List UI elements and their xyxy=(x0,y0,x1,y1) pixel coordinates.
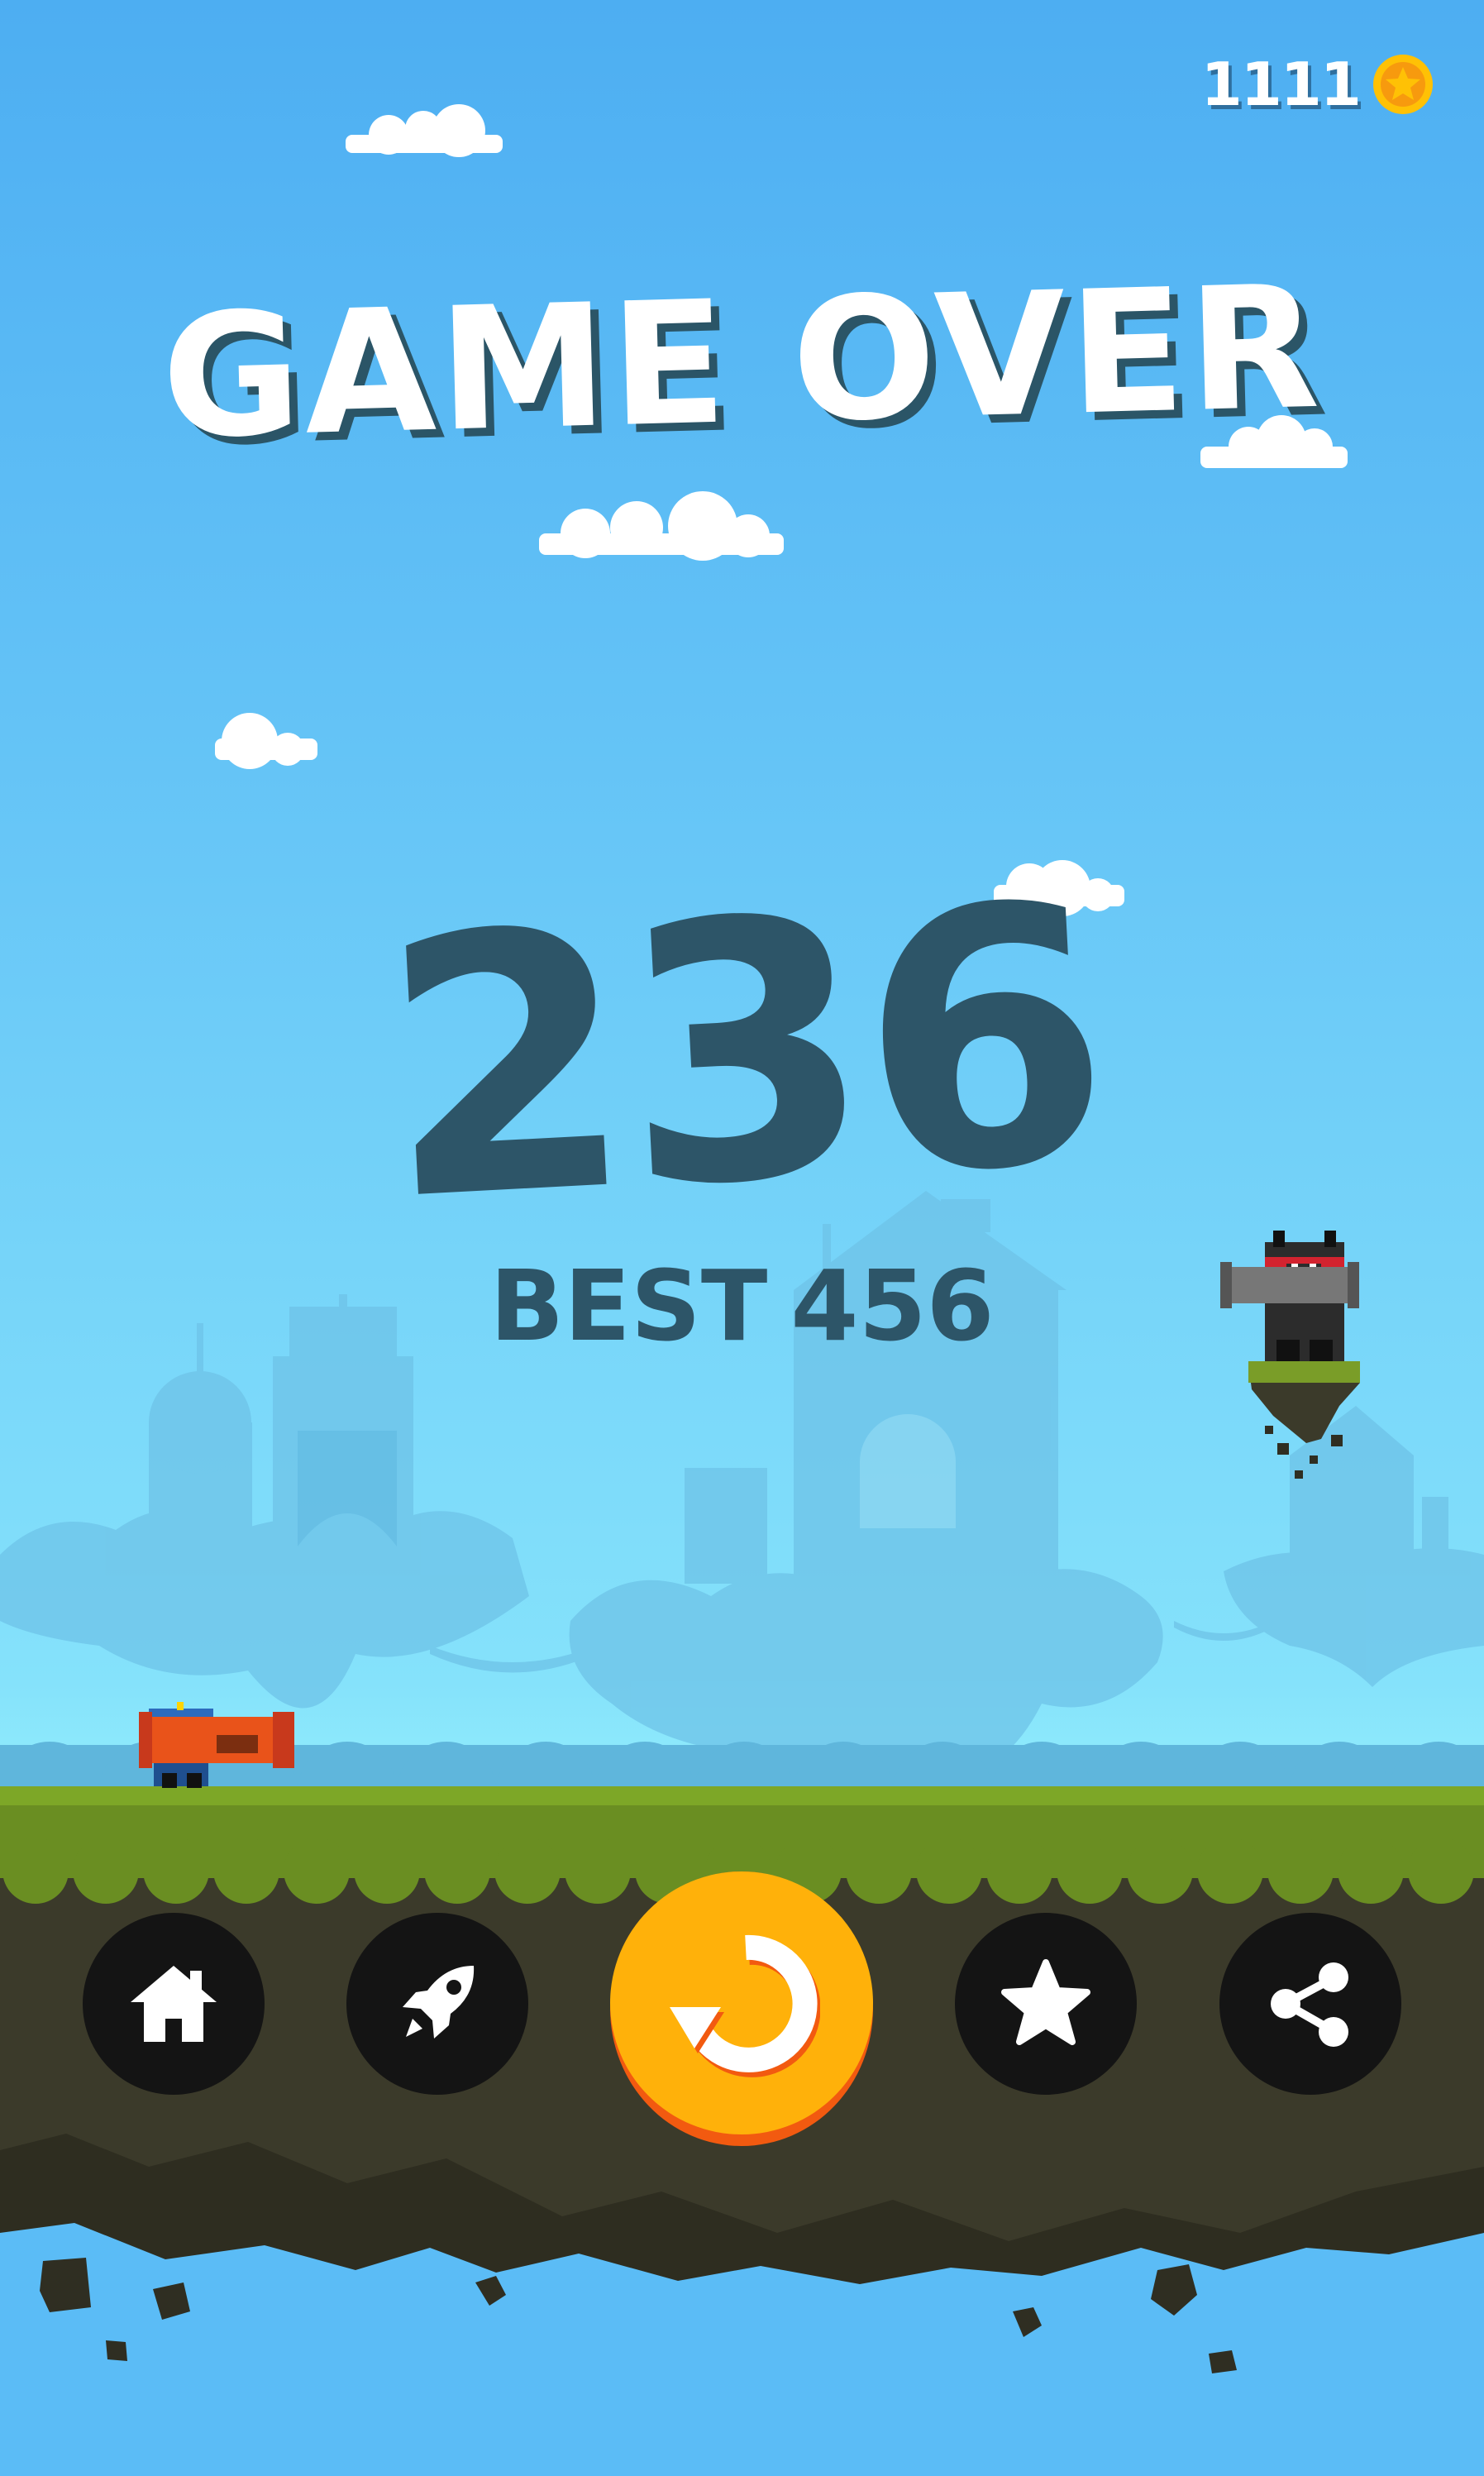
share-button[interactable] xyxy=(1219,1913,1401,2095)
cloud xyxy=(215,713,317,769)
rate-button[interactable] xyxy=(955,1913,1137,2095)
game-over-title: GAME OVER xyxy=(159,249,1325,477)
home-icon xyxy=(131,1966,217,2042)
share-icon xyxy=(1271,1962,1348,2047)
cloud xyxy=(346,104,503,157)
restart-button-face xyxy=(610,1871,873,2134)
upgrade-button[interactable] xyxy=(346,1913,528,2095)
restart-icon xyxy=(670,1934,820,2077)
best-score-label: BEST xyxy=(489,1249,768,1363)
coin-star-icon xyxy=(1372,53,1434,116)
coin-count: 1111 xyxy=(1200,50,1362,119)
cloud xyxy=(539,491,784,561)
star-icon xyxy=(1001,1959,1090,2045)
coin-counter: 1111 xyxy=(1201,50,1434,119)
clouds xyxy=(215,104,1348,916)
game-over-screen: 1111 GAME OVER 236 BEST 456 xyxy=(0,0,1484,2476)
best-score: BEST 456 xyxy=(0,1249,1484,1363)
best-score-value: 456 xyxy=(790,1249,995,1363)
restart-button[interactable] xyxy=(610,1871,873,2146)
home-button[interactable] xyxy=(83,1913,265,2095)
rocket-icon xyxy=(403,1966,475,2039)
